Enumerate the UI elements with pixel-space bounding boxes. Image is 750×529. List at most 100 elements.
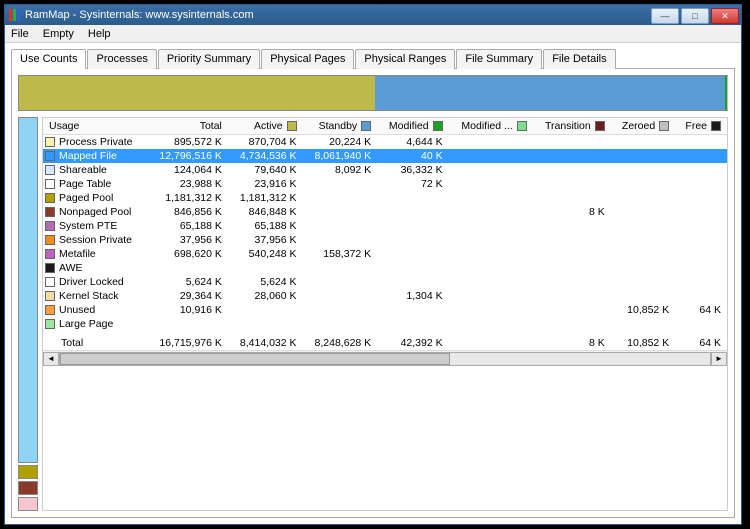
cell-free <box>675 163 727 177</box>
horizontal-scrollbar[interactable]: ◄ ► <box>43 350 727 366</box>
usage-cell: Mapped File <box>43 149 147 163</box>
cell-standby <box>303 219 378 233</box>
usage-cell: Nonpaged Pool <box>43 205 147 219</box>
table-row[interactable]: Process Private895,572 K870,704 K20,224 … <box>43 135 727 150</box>
close-button[interactable]: ✕ <box>711 8 739 24</box>
scroll-thumb[interactable] <box>60 353 450 365</box>
tab-physical-pages[interactable]: Physical Pages <box>261 49 354 69</box>
tab-processes[interactable]: Processes <box>87 49 156 69</box>
table-row[interactable]: Unused10,916 K10,852 K64 K <box>43 303 727 317</box>
menu-file[interactable]: File <box>11 28 29 40</box>
swatch-zeroed-icon <box>659 121 669 131</box>
cell-modified_np <box>449 191 533 205</box>
tab-priority-summary[interactable]: Priority Summary <box>158 49 260 69</box>
row-swatch-icon <box>45 235 55 245</box>
col-active[interactable]: Active <box>228 118 303 135</box>
total-row: Total16,715,976 K8,414,032 K8,248,628 K4… <box>43 331 727 350</box>
cell-transition <box>533 135 611 150</box>
menu-empty[interactable]: Empty <box>43 28 74 40</box>
cell-total: 124,064 K <box>147 163 228 177</box>
cell-standby <box>303 205 378 219</box>
table-row[interactable]: Kernel Stack29,364 K28,060 K1,304 K <box>43 289 727 303</box>
cell-active <box>228 317 303 331</box>
cell-active: 540,248 K <box>228 247 303 261</box>
cell-zeroed <box>611 177 675 191</box>
usage-cell: Driver Locked <box>43 275 147 289</box>
cell-transition <box>533 163 611 177</box>
titlebar[interactable]: RamMap - Sysinternals: www.sysinternals.… <box>5 5 741 25</box>
cell-modified_np <box>449 219 533 233</box>
cell-total: 65,188 K <box>147 219 228 233</box>
table-row[interactable]: Shareable124,064 K79,640 K8,092 K36,332 … <box>43 163 727 177</box>
scroll-right-icon[interactable]: ► <box>711 352 727 366</box>
scroll-left-icon[interactable]: ◄ <box>43 352 59 366</box>
cell-modified_np <box>449 177 533 191</box>
col-modified[interactable]: Modified <box>377 118 448 135</box>
cell-zeroed <box>611 289 675 303</box>
cell-active: 28,060 K <box>228 289 303 303</box>
row-swatch-icon <box>45 319 55 329</box>
menu-help[interactable]: Help <box>88 28 111 40</box>
table-container[interactable]: Usage Total Active Standby Modified Modi… <box>42 117 728 511</box>
cell-active: 23,916 K <box>228 177 303 191</box>
row-swatch-icon <box>45 193 55 203</box>
usage-table: Usage Total Active Standby Modified Modi… <box>43 118 727 350</box>
body: Usage Total Active Standby Modified Modi… <box>12 117 734 517</box>
table-row[interactable]: Page Table23,988 K23,916 K72 K <box>43 177 727 191</box>
tab-use-counts[interactable]: Use Counts <box>11 49 86 69</box>
cell-active: 870,704 K <box>228 135 303 150</box>
cell-modified <box>377 261 448 275</box>
cell-standby <box>303 303 378 317</box>
table-row[interactable]: Driver Locked5,624 K5,624 K <box>43 275 727 289</box>
usage-cell: Unused <box>43 303 147 317</box>
window-title: RamMap - Sysinternals: www.sysinternals.… <box>25 9 254 21</box>
col-total[interactable]: Total <box>147 118 228 135</box>
table-row[interactable]: Paged Pool1,181,312 K1,181,312 K <box>43 191 727 205</box>
cell-zeroed <box>611 163 675 177</box>
total-label: Total <box>43 331 147 350</box>
cell-free <box>675 233 727 247</box>
table-row[interactable]: Nonpaged Pool846,856 K846,848 K8 K <box>43 205 727 219</box>
cell-standby <box>303 317 378 331</box>
col-free[interactable]: Free <box>675 118 727 135</box>
row-swatch-icon <box>45 207 55 217</box>
swatch-transition-icon <box>595 121 605 131</box>
table-row[interactable]: AWE <box>43 261 727 275</box>
tab-physical-ranges[interactable]: Physical Ranges <box>355 49 455 69</box>
cell-standby: 8,061,940 K <box>303 149 378 163</box>
tab-file-details[interactable]: File Details <box>543 49 615 69</box>
cell-transition <box>533 317 611 331</box>
cell-total: 895,572 K <box>147 135 228 150</box>
cell-transition <box>533 191 611 205</box>
maximize-button[interactable]: □ <box>681 8 709 24</box>
cell-free <box>675 275 727 289</box>
cell-modified <box>377 205 448 219</box>
swatch-active-icon <box>287 121 297 131</box>
cell-total: 29,364 K <box>147 289 228 303</box>
tab-file-summary[interactable]: File Summary <box>456 49 542 69</box>
row-swatch-icon <box>45 249 55 259</box>
main-window: RamMap - Sysinternals: www.sysinternals.… <box>4 4 742 525</box>
usage-cell: AWE <box>43 261 147 275</box>
table-row[interactable]: Large Page <box>43 317 727 331</box>
usage-cell: Session Private <box>43 233 147 247</box>
col-modified-np[interactable]: Modified ... <box>449 118 533 135</box>
minimize-button[interactable]: — <box>651 8 679 24</box>
table-row[interactable]: Metafile698,620 K540,248 K158,372 K <box>43 247 727 261</box>
col-zeroed[interactable]: Zeroed <box>611 118 675 135</box>
scroll-track[interactable] <box>59 352 711 366</box>
col-transition[interactable]: Transition <box>533 118 611 135</box>
table-row[interactable]: System PTE65,188 K65,188 K <box>43 219 727 233</box>
chart-segment-standby <box>375 76 724 110</box>
cell-standby <box>303 191 378 205</box>
cell-standby: 20,224 K <box>303 135 378 150</box>
col-usage[interactable]: Usage <box>43 118 147 135</box>
cell-modified_np <box>449 163 533 177</box>
window-controls: — □ ✕ <box>651 6 741 24</box>
cell-modified: 40 K <box>377 149 448 163</box>
cell-zeroed <box>611 261 675 275</box>
table-row[interactable]: Mapped File12,796,516 K4,734,536 K8,061,… <box>43 149 727 163</box>
table-row[interactable]: Session Private37,956 K37,956 K <box>43 233 727 247</box>
col-standby[interactable]: Standby <box>303 118 378 135</box>
cell-standby <box>303 177 378 191</box>
